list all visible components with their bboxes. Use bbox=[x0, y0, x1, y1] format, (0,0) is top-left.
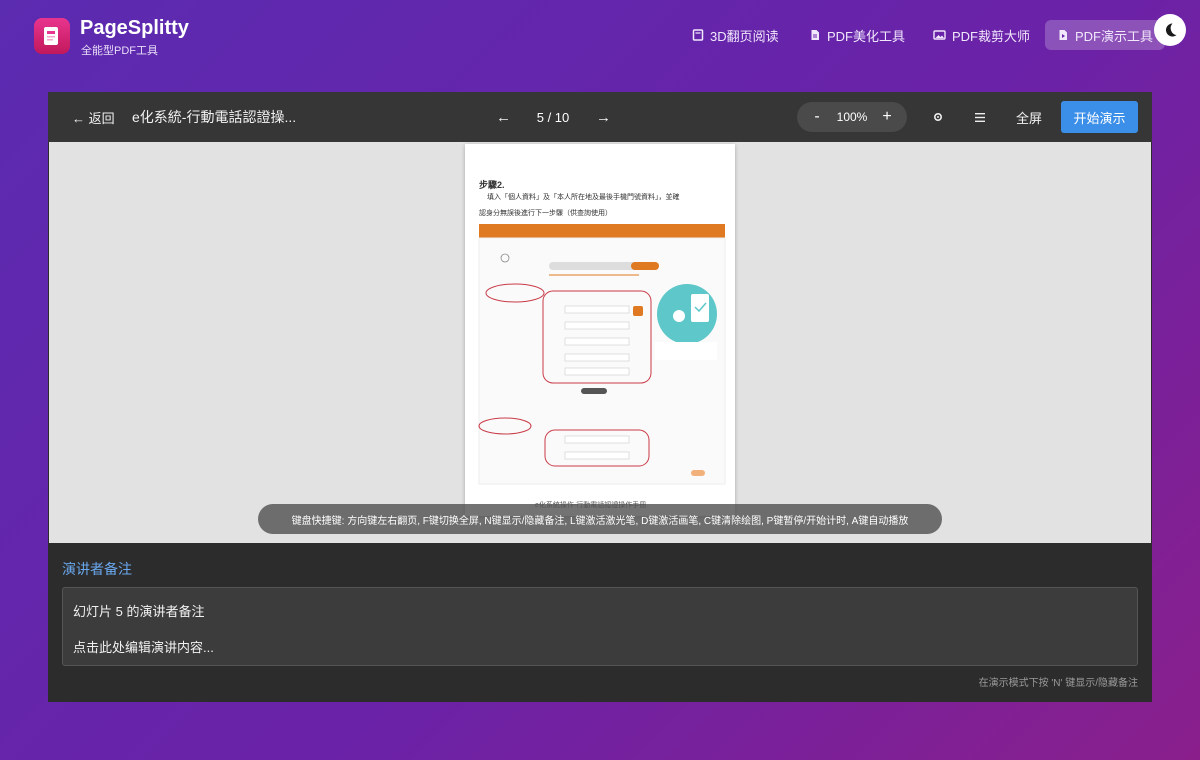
nav-pdf-crop[interactable]: PDF裁剪大师 bbox=[921, 20, 1042, 50]
prev-page-button[interactable]: ← bbox=[496, 92, 511, 142]
moon-icon bbox=[1165, 23, 1177, 37]
app-header: PageSplitty 全能型PDF工具 3D翻页阅读 PDF美化工具 PDF裁… bbox=[0, 0, 1200, 76]
slide-page[interactable]: 步驟2. 填入「個人資料」及「本人所在地及最後手機門號資料」，並確 認身分無誤後… bbox=[465, 144, 735, 516]
menu-icon bbox=[975, 112, 985, 122]
page-indicator: 5 / 10 bbox=[536, 109, 570, 125]
zoom-control: - 100% + bbox=[797, 102, 907, 132]
viewer-toolbar: ← 返回 e化系統-行動電話認證操... ← 5 / 10 → - 100% +… bbox=[48, 92, 1152, 142]
gear-icon bbox=[933, 112, 943, 122]
speaker-notes-editor[interactable]: 幻灯片 5 的演讲者备注 点击此处编辑演讲内容... bbox=[62, 587, 1138, 666]
book-icon bbox=[692, 29, 704, 41]
image-icon bbox=[933, 30, 946, 40]
slide-screenshot-figure bbox=[478, 224, 726, 485]
nav-label: 3D翻页阅读 bbox=[710, 28, 779, 44]
nav-pdf-present[interactable]: PDF演示工具 bbox=[1045, 20, 1165, 50]
document-icon bbox=[811, 30, 819, 40]
notes-line-1: 幻灯片 5 的演讲者备注 bbox=[73, 604, 205, 619]
brand-subtitle: 全能型PDF工具 bbox=[81, 45, 158, 57]
speaker-notes-title: 演讲者备注 bbox=[62, 561, 132, 577]
presentation-icon bbox=[1059, 30, 1067, 40]
nav-pdf-beautify[interactable]: PDF美化工具 bbox=[797, 20, 917, 50]
nav-label: PDF美化工具 bbox=[827, 28, 906, 44]
document-title: e化系統-行動電話認證操... bbox=[132, 109, 297, 125]
menu-button[interactable] bbox=[974, 92, 990, 142]
next-page-button[interactable]: → bbox=[596, 92, 611, 142]
logo-icon[interactable] bbox=[34, 18, 70, 54]
nav-label: PDF演示工具 bbox=[1075, 28, 1154, 44]
notes-toggle-hint: 在演示模式下按 'N' 键显示/隐藏备注 bbox=[978, 678, 1138, 689]
dark-mode-toggle[interactable] bbox=[1154, 14, 1186, 46]
nav-label: PDF裁剪大师 bbox=[952, 28, 1031, 44]
zoom-level: 100% bbox=[836, 110, 868, 124]
start-presentation-button[interactable]: 开始演示 bbox=[1061, 101, 1138, 133]
zoom-out-button[interactable]: - bbox=[803, 102, 831, 132]
fullscreen-button[interactable]: 全屏 bbox=[1016, 92, 1042, 142]
zoom-in-button[interactable]: + bbox=[873, 102, 901, 132]
nav-3d-reader[interactable]: 3D翻页阅读 bbox=[680, 20, 791, 50]
keyboard-shortcut-hint: 键盘快捷键: 方向键左右翻页, F键切换全屏, N键显示/隐藏备注, L键激活激… bbox=[258, 504, 942, 534]
slide-stage: 步驟2. 填入「個人資料」及「本人所在地及最後手機門號資料」，並確 認身分無誤後… bbox=[49, 142, 1151, 543]
brand-name: PageSplitty bbox=[80, 17, 189, 39]
presentation-viewer: ← 返回 e化系統-行動電話認證操... ← 5 / 10 → - 100% +… bbox=[48, 92, 1152, 702]
notes-line-2: 点击此处编辑演讲内容... bbox=[73, 640, 214, 655]
back-button[interactable]: ← 返回 bbox=[72, 92, 115, 142]
settings-button[interactable] bbox=[932, 92, 948, 142]
